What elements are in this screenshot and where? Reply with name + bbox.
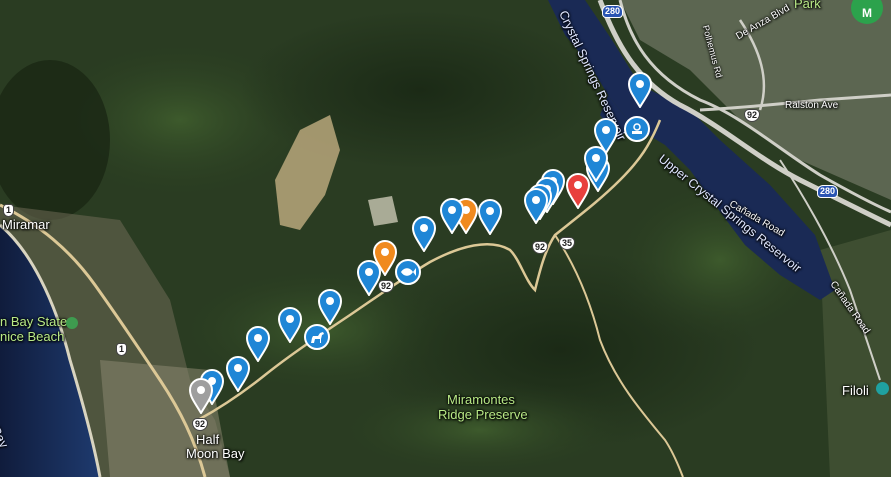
location-pin-icon	[439, 198, 465, 235]
location-pin-icon	[411, 216, 437, 253]
label-filoli: Filoli	[842, 383, 869, 398]
map-marker-pin[interactable]	[521, 186, 551, 225]
label-miramontes-line2: Ridge Preserve	[438, 407, 528, 422]
location-pin-icon	[627, 72, 653, 109]
map-marker-pin[interactable]	[625, 70, 655, 109]
location-pin-icon	[523, 188, 549, 225]
i280-shield: 280	[817, 185, 839, 198]
map-view[interactable]: Miramar Half Moon Bay n Bay State nice B…	[0, 0, 891, 477]
map-marker-pin[interactable]	[275, 305, 305, 344]
map-marker-pin[interactable]	[186, 376, 216, 415]
picnic-icon	[632, 123, 642, 134]
horse-riding-marker[interactable]	[304, 324, 330, 350]
label-miramontes-line1: Miramontes	[447, 392, 515, 407]
hwy1-shield: 1	[3, 204, 15, 217]
i280-shield: 280	[602, 5, 624, 18]
avatar-letter: M	[862, 6, 872, 20]
fishing-marker[interactable]	[395, 259, 421, 285]
label-miramar: Miramar	[2, 217, 50, 232]
location-pin-icon	[317, 289, 343, 326]
map-marker-pin[interactable]	[409, 214, 439, 253]
location-pin-icon	[188, 378, 214, 415]
label-state-beach-line2: nice Beach	[0, 329, 65, 344]
location-pin-icon	[356, 260, 382, 297]
picnic-marker[interactable]	[624, 116, 650, 142]
attraction-icon	[876, 382, 889, 395]
label-half-moon-bay-line1: Half	[196, 432, 220, 447]
label-ralston-ave: Ralston Ave	[785, 100, 839, 111]
label-half-moon-bay-line2: Moon Bay	[186, 446, 245, 461]
fish-icon	[401, 268, 416, 276]
location-pin-icon	[225, 356, 251, 393]
horse-icon	[311, 332, 324, 343]
hwy1-shield: 1	[116, 343, 128, 356]
location-pin-icon	[277, 307, 303, 344]
label-state-beach-line1: n Bay State	[0, 314, 68, 329]
park-icon	[66, 317, 78, 329]
map-marker-pin[interactable]	[223, 354, 253, 393]
label-park: Park	[794, 0, 821, 11]
map-marker-pin[interactable]	[354, 258, 384, 297]
map-marker-pin[interactable]	[437, 196, 467, 235]
map-marker-pin[interactable]	[315, 287, 345, 326]
